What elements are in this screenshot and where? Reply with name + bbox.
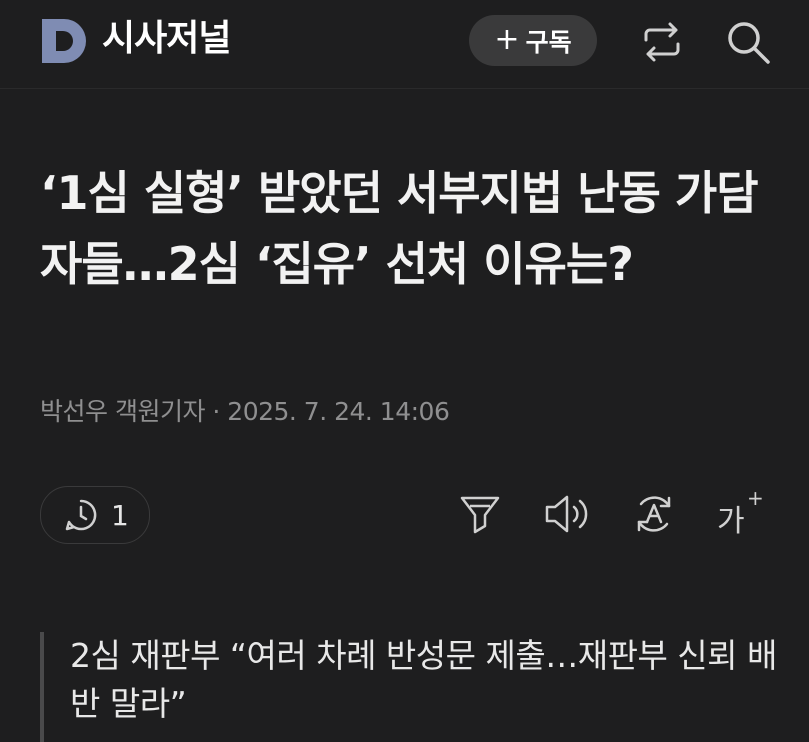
font-size-label: 가 <box>717 504 745 539</box>
d-logo-icon[interactable] <box>40 17 88 65</box>
comment-count: 1 <box>111 498 129 532</box>
comment-icon <box>65 499 97 531</box>
font-size-plus: + <box>747 486 764 510</box>
speaker-icon[interactable] <box>543 492 591 536</box>
outlet-name[interactable]: 시사저널 <box>102 14 231 64</box>
search-icon[interactable] <box>724 18 772 66</box>
subscribe-button[interactable]: + 구독 <box>469 15 597 66</box>
article-headline: ‘1심 실형’ 받았던 서부지법 난동 가담자들…2심 ‘집유’ 선처 이유는? <box>40 166 759 291</box>
subheading-text: 2심 재판부 “여러 차례 반성문 제출…재판부 신뢰 배반 말라” <box>70 636 777 723</box>
share-icon[interactable] <box>640 20 684 64</box>
font-size-icon[interactable]: 가 + <box>717 486 767 539</box>
subscribe-label: 구독 <box>525 27 572 57</box>
comment-button[interactable]: 1 <box>40 486 150 544</box>
article-byline: 박선우 객원기자 · 2025. 7. 24. 14:06 <box>40 397 450 426</box>
plus-icon: + <box>494 21 520 57</box>
app-header: 시사저널 + 구독 <box>0 0 809 89</box>
translate-icon[interactable] <box>632 492 676 536</box>
summary-funnel-icon[interactable] <box>458 492 502 536</box>
article-subheading: 2심 재판부 “여러 차례 반성문 제출…재판부 신뢰 배반 말라” <box>40 632 780 742</box>
